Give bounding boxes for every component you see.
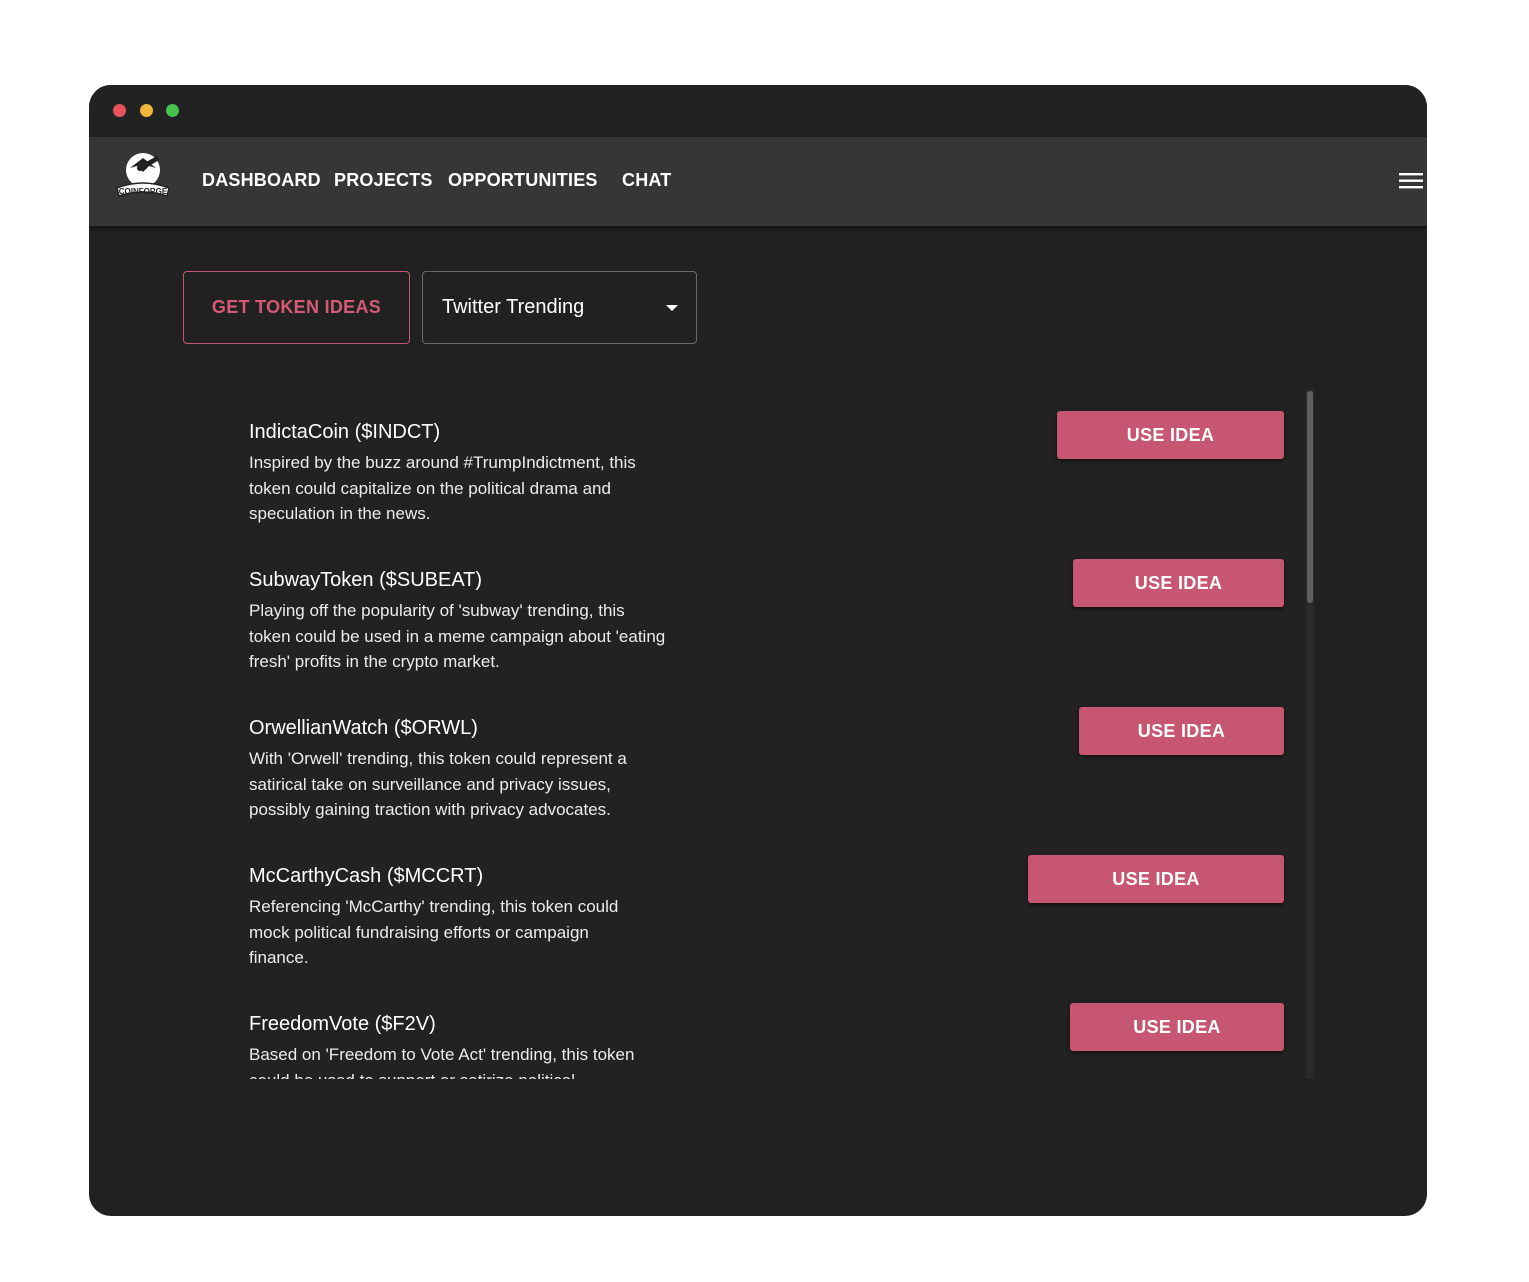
idea-description: Referencing 'McCarthy' trending, this to…	[249, 897, 619, 968]
window-titlebar	[89, 85, 1427, 137]
idea-source-selected-value: Twitter Trending	[442, 296, 585, 318]
app-window: COINFORGE DASHBOARD PROJECTS OPPORTUNITI…	[89, 85, 1427, 1216]
idea-item: IndictaCoin ($INDCT) Inspired by the buz…	[227, 389, 1297, 537]
idea-item: OrwellianWatch ($ORWL) With 'Orwell' tre…	[227, 685, 1297, 833]
app-navbar: COINFORGE DASHBOARD PROJECTS OPPORTUNITI…	[89, 137, 1427, 226]
coinforge-logo[interactable]: COINFORGE	[113, 148, 173, 208]
get-token-ideas-button[interactable]: GET TOKEN IDEAS	[183, 271, 410, 344]
idea-title: FreedomVote ($F2V)	[249, 1013, 436, 1035]
list-scrollbar-thumb[interactable]	[1307, 391, 1313, 603]
idea-title: IndictaCoin ($INDCT)	[249, 421, 441, 443]
idea-description: Inspired by the buzz around #TrumpIndict…	[249, 453, 636, 524]
logo-wordmark: COINFORGE	[119, 187, 168, 196]
idea-description: Based on 'Freedom to Vote Act' trending,…	[249, 1045, 635, 1079]
idea-title: SubwayToken ($SUBEAT)	[249, 569, 483, 591]
nav-opportunities[interactable]: OPPORTUNITIES	[448, 170, 598, 191]
idea-title: McCarthyCash ($MCCRT)	[249, 865, 484, 887]
minimize-window-button[interactable]	[140, 104, 153, 117]
idea-title: OrwellianWatch ($ORWL)	[249, 717, 478, 739]
token-ideas-list: IndictaCoin ($INDCT) Inspired by the buz…	[227, 389, 1315, 1079]
idea-source-select[interactable]: Twitter Trending	[422, 271, 697, 344]
hamburger-menu-icon[interactable]	[1399, 171, 1425, 191]
idea-description: With 'Orwell' trending, this token could…	[249, 749, 627, 820]
idea-item: SubwayToken ($SUBEAT) Playing off the po…	[227, 537, 1297, 685]
idea-description: Playing off the popularity of 'subway' t…	[249, 601, 666, 672]
use-idea-button[interactable]: USE IDEA	[1028, 855, 1284, 903]
nav-dashboard[interactable]: DASHBOARD	[202, 170, 321, 191]
dropdown-arrow-icon	[666, 305, 678, 311]
idea-item: McCarthyCash ($MCCRT) Referencing 'McCar…	[227, 833, 1297, 981]
nav-projects[interactable]: PROJECTS	[334, 170, 433, 191]
maximize-window-button[interactable]	[166, 104, 179, 117]
use-idea-button[interactable]: USE IDEA	[1057, 411, 1284, 459]
use-idea-button[interactable]: USE IDEA	[1070, 1003, 1284, 1051]
close-window-button[interactable]	[113, 104, 126, 117]
use-idea-button[interactable]: USE IDEA	[1079, 707, 1284, 755]
idea-item: FreedomVote ($F2V) Based on 'Freedom to …	[227, 981, 1297, 1079]
use-idea-button[interactable]: USE IDEA	[1073, 559, 1284, 607]
nav-chat[interactable]: CHAT	[622, 170, 671, 191]
